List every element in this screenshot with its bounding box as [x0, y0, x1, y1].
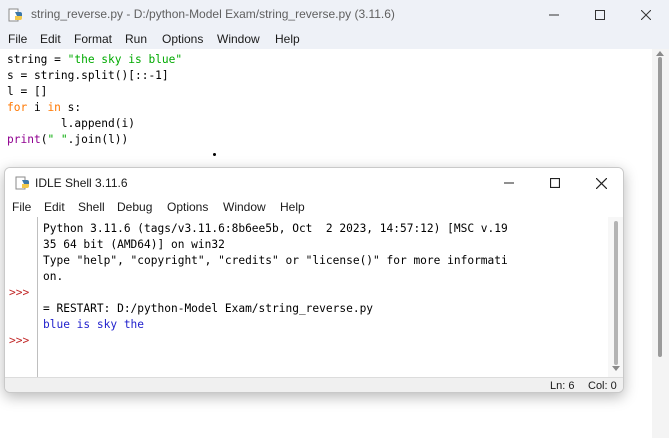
code-line: s = string.split()[::-1] [7, 68, 169, 84]
code-token: " " [47, 133, 68, 146]
shell-program-output: blue is sky the [43, 318, 145, 331]
shell-close-button[interactable] [578, 168, 623, 198]
minimize-button[interactable] [531, 0, 577, 30]
code-line: string = "the sky is blue" [7, 52, 182, 68]
menu-help[interactable]: Help [275, 32, 300, 46]
code-line: l = [] [7, 84, 47, 100]
minimize-icon [549, 14, 559, 16]
code-token: "the sky is blue" [67, 53, 183, 66]
menu-window[interactable]: Window [223, 200, 266, 214]
shell-menu-bar: File Edit Shell Debug Options Window Hel… [5, 198, 623, 217]
code-token: print [7, 133, 41, 146]
menu-shell[interactable]: Shell [78, 200, 105, 214]
code-token: l.append(i) [7, 117, 135, 130]
menu-options[interactable]: Options [162, 32, 203, 46]
scrollbar-thumb[interactable] [658, 57, 662, 357]
editor-window-title: string_reverse.py - D:/python-Model Exam… [31, 7, 395, 21]
menu-window[interactable]: Window [217, 32, 260, 46]
idle-shell-window: IDLE Shell 3.11.6 File Edit Shell Debug … [4, 167, 624, 393]
code-token: i [27, 101, 48, 114]
maximize-icon [595, 10, 605, 20]
maximize-button[interactable] [577, 0, 623, 30]
shell-status-bar: Ln: 6 Col: 0 [5, 377, 623, 392]
menu-format[interactable]: Format [74, 32, 112, 46]
editor-menu-bar: File Edit Format Run Options Window Help [0, 30, 669, 49]
code-line: for i in s: [7, 100, 81, 116]
code-token: s: [60, 101, 82, 114]
code-token: string = [7, 53, 68, 66]
menu-file[interactable]: File [12, 200, 31, 214]
code-line: print(" ".join(l)) [7, 132, 128, 148]
menu-edit[interactable]: Edit [40, 32, 61, 46]
menu-options[interactable]: Options [167, 200, 208, 214]
shell-output-area[interactable]: >>> >>> Python 3.11.6 (tags/v3.11.6:8b6e… [5, 217, 623, 377]
close-icon [641, 10, 651, 20]
editor-scrollbar[interactable] [652, 49, 669, 438]
shell-banner-line: on. [43, 270, 64, 283]
scroll-up-arrow-icon[interactable] [656, 51, 664, 56]
shell-banner-line: Python 3.11.6 (tags/v3.11.6:8b6ee5b, Oct… [43, 222, 508, 235]
editor-title-bar[interactable]: string_reverse.py - D:/python-Model Exam… [0, 0, 669, 30]
maximize-icon [550, 178, 560, 188]
shell-minimize-button[interactable] [486, 168, 532, 198]
code-token: l = [] [7, 85, 48, 98]
shell-banner-line: Type "help", "copyright", "credits" or "… [43, 254, 508, 267]
shell-window-title: IDLE Shell 3.11.6 [35, 176, 128, 190]
menu-debug[interactable]: Debug [117, 200, 152, 214]
shell-prompt: >>> [9, 334, 30, 347]
idle-python-icon [15, 176, 29, 190]
text-cursor-dot [213, 153, 216, 156]
close-icon [595, 177, 607, 189]
shell-banner-line: 35 64 bit (AMD64)] on win32 [43, 238, 225, 251]
prompt-gutter: >>> >>> [5, 217, 38, 377]
minimize-icon [504, 182, 514, 184]
code-token: for [7, 101, 28, 114]
menu-run[interactable]: Run [125, 32, 147, 46]
shell-scrollbar[interactable] [608, 217, 623, 377]
shell-maximize-button[interactable] [532, 168, 578, 198]
scrollbar-thumb[interactable] [614, 221, 618, 365]
code-line: l.append(i) [7, 116, 135, 132]
code-token: in [47, 101, 61, 114]
code-token: s = string.split()[::-1] [7, 69, 169, 82]
shell-prompt: >>> [9, 286, 30, 299]
status-column-number: Col: 0 [588, 380, 617, 392]
shell-title-bar[interactable]: IDLE Shell 3.11.6 [5, 168, 623, 198]
close-button[interactable] [623, 0, 669, 30]
scroll-down-arrow-icon[interactable] [612, 366, 620, 371]
status-line-number: Ln: 6 [550, 380, 575, 392]
menu-file[interactable]: File [8, 32, 27, 46]
code-token: .join(l)) [67, 133, 129, 146]
shell-restart-line: = RESTART: D:/python-Model Exam/string_r… [43, 302, 374, 315]
idle-python-icon [8, 8, 22, 22]
menu-edit[interactable]: Edit [44, 200, 65, 214]
menu-help[interactable]: Help [280, 200, 305, 214]
